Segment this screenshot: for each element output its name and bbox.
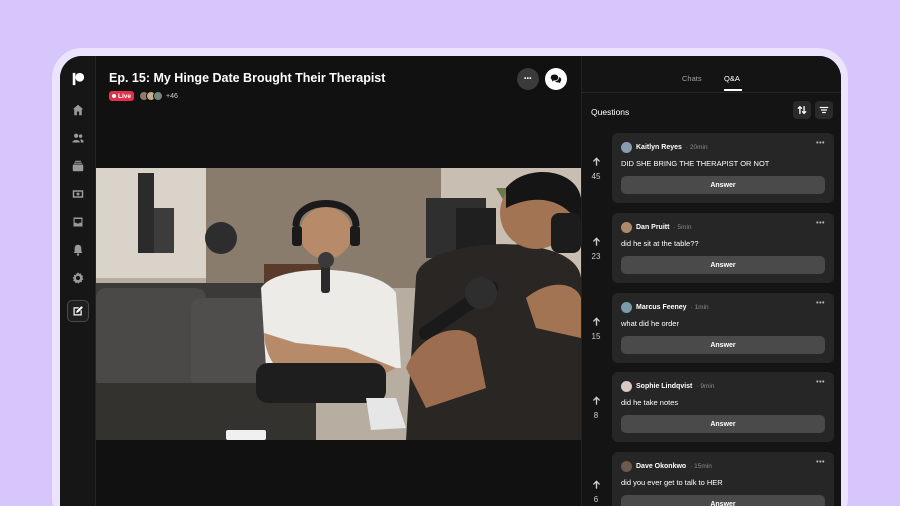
upvote-control[interactable]: 8 bbox=[590, 392, 602, 420]
question-more-icon[interactable]: ••• bbox=[816, 300, 825, 307]
library-icon[interactable] bbox=[68, 156, 88, 176]
question-item: 23 Dan Pruitt · 5min ••• did he sit at t… bbox=[582, 213, 841, 285]
question-time: · 5min bbox=[673, 223, 692, 231]
panel-tabs: Chats Q&A bbox=[582, 74, 841, 90]
tab-chats[interactable]: Chats bbox=[682, 74, 702, 83]
question-item: 45 Kaitlyn Reyes · 20min ••• DID SHE BRI… bbox=[582, 133, 841, 205]
question-item: 8 Sophie Lindqvist · 9min ••• did he tak… bbox=[582, 372, 841, 444]
question-item: 6 Dave Okonkwo · 15min ••• did you ever … bbox=[582, 452, 841, 506]
upvote-arrow-icon bbox=[592, 396, 600, 405]
upvote-arrow-icon bbox=[592, 237, 600, 246]
vote-count: 15 bbox=[591, 332, 601, 341]
patreon-logo-icon[interactable] bbox=[68, 69, 88, 89]
question-text: did he sit at the table?? bbox=[621, 239, 699, 248]
upvote-arrow-icon bbox=[592, 317, 600, 326]
avatar bbox=[621, 141, 632, 153]
settings-gear-icon[interactable] bbox=[68, 268, 88, 288]
inbox-icon[interactable] bbox=[68, 212, 88, 232]
question-author: Kaitlyn Reyes · 20min bbox=[621, 141, 708, 153]
question-author: Sophie Lindqvist · 9min bbox=[621, 380, 714, 392]
sidebar bbox=[60, 56, 96, 506]
live-dot-icon bbox=[112, 94, 116, 98]
create-post-icon[interactable] bbox=[67, 300, 89, 322]
answer-button[interactable]: Answer bbox=[621, 415, 825, 433]
earnings-icon[interactable] bbox=[68, 184, 88, 204]
question-card: Marcus Feeney · 1min ••• what did he ord… bbox=[612, 293, 834, 363]
home-icon[interactable] bbox=[68, 100, 88, 120]
question-more-icon[interactable]: ••• bbox=[816, 379, 825, 386]
question-text: did he take notes bbox=[621, 398, 679, 407]
chat-bubbles-icon bbox=[550, 74, 562, 84]
live-label: Live bbox=[118, 92, 132, 100]
questions-heading: Questions bbox=[591, 107, 630, 117]
vote-count: 6 bbox=[593, 495, 599, 504]
author-name: Kaitlyn Reyes bbox=[636, 143, 682, 151]
episode-title: Ep. 15: My Hinge Date Brought Their Ther… bbox=[109, 71, 386, 85]
stream-meta: Live +46 bbox=[109, 90, 178, 102]
question-time: · 9min bbox=[696, 382, 715, 390]
question-card: Dave Okonkwo · 15min ••• did you ever ge… bbox=[612, 452, 834, 506]
answer-button[interactable]: Answer bbox=[621, 495, 825, 506]
question-more-icon[interactable]: ••• bbox=[816, 459, 825, 466]
question-more-icon[interactable]: ••• bbox=[816, 140, 825, 147]
divider bbox=[582, 92, 841, 93]
avatar bbox=[621, 221, 632, 233]
vote-count: 23 bbox=[591, 252, 601, 261]
question-card: Kaitlyn Reyes · 20min ••• DID SHE BRING … bbox=[612, 133, 834, 203]
question-time: · 15min bbox=[690, 462, 712, 470]
upvote-control[interactable]: 45 bbox=[590, 153, 602, 181]
live-badge: Live bbox=[109, 91, 135, 101]
video-still bbox=[96, 168, 581, 440]
upvote-control[interactable]: 6 bbox=[590, 476, 602, 504]
more-options-button[interactable]: ••• bbox=[517, 68, 539, 90]
upvote-arrow-icon bbox=[592, 157, 600, 166]
stream-area: Ep. 15: My Hinge Date Brought Their Ther… bbox=[96, 56, 581, 506]
question-author: Marcus Feeney · 1min bbox=[621, 301, 709, 313]
tab-qa[interactable]: Q&A bbox=[724, 74, 740, 83]
question-text: did you ever get to talk to HER bbox=[621, 478, 723, 487]
sort-arrows-icon bbox=[797, 105, 807, 115]
sort-button[interactable] bbox=[793, 101, 811, 119]
notifications-icon[interactable] bbox=[68, 240, 88, 260]
filter-icon bbox=[819, 106, 829, 114]
upvote-arrow-icon bbox=[592, 480, 600, 489]
chat-toggle-button[interactable] bbox=[545, 68, 567, 90]
vote-count: 8 bbox=[593, 411, 599, 420]
avatar bbox=[621, 380, 632, 392]
question-text: DID SHE BRING THE THERAPIST OR NOT bbox=[621, 159, 770, 168]
question-text: what did he order bbox=[621, 319, 679, 328]
qa-panel: Chats Q&A Questions 45 Kaitlyn Reyes · 2… bbox=[581, 56, 841, 506]
answer-button[interactable]: Answer bbox=[621, 256, 825, 274]
author-name: Sophie Lindqvist bbox=[636, 382, 693, 390]
more-icon: ••• bbox=[524, 76, 532, 82]
vote-count: 45 bbox=[591, 172, 601, 181]
author-name: Dave Okonkwo bbox=[636, 462, 687, 470]
answer-button[interactable]: Answer bbox=[621, 336, 825, 354]
question-author: Dan Pruitt · 5min bbox=[621, 221, 692, 233]
question-author: Dave Okonkwo · 15min bbox=[621, 460, 712, 472]
listener-avatars[interactable] bbox=[139, 91, 164, 101]
active-tab-indicator bbox=[724, 89, 742, 91]
author-name: Dan Pruitt bbox=[636, 223, 670, 231]
community-icon[interactable] bbox=[68, 128, 88, 148]
author-name: Marcus Feeney bbox=[636, 303, 687, 311]
question-card: Sophie Lindqvist · 9min ••• did he take … bbox=[612, 372, 834, 442]
filter-button[interactable] bbox=[815, 101, 833, 119]
question-card: Dan Pruitt · 5min ••• did he sit at the … bbox=[612, 213, 834, 283]
answer-button[interactable]: Answer bbox=[621, 176, 825, 194]
avatar bbox=[153, 91, 164, 101]
live-video-frame[interactable] bbox=[96, 168, 581, 440]
avatar bbox=[621, 301, 632, 313]
question-item: 15 Marcus Feeney · 1min ••• what did he … bbox=[582, 293, 841, 365]
listener-count: +46 bbox=[166, 92, 178, 100]
avatar bbox=[621, 460, 632, 472]
question-more-icon[interactable]: ••• bbox=[816, 220, 825, 227]
question-time: · 1min bbox=[690, 303, 709, 311]
upvote-control[interactable]: 15 bbox=[590, 313, 602, 341]
question-time: · 20min bbox=[685, 143, 708, 151]
upvote-control[interactable]: 23 bbox=[590, 233, 602, 261]
app-screen: Ep. 15: My Hinge Date Brought Their Ther… bbox=[60, 56, 841, 506]
